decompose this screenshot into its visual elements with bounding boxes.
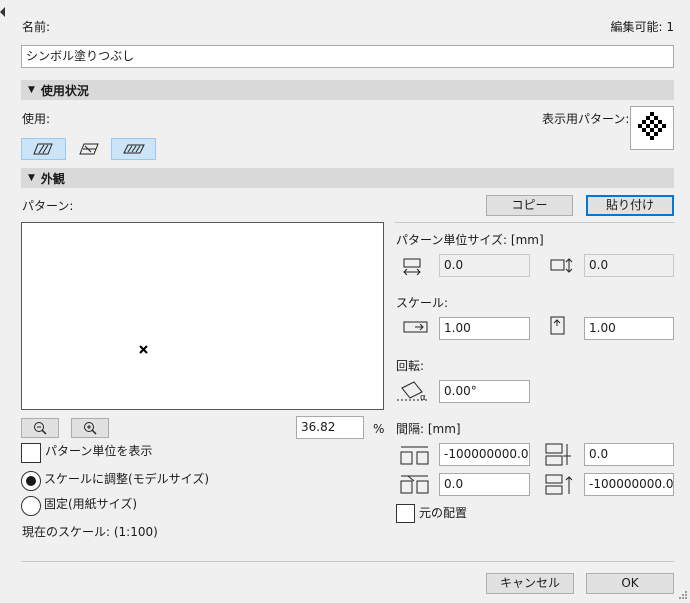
collapse-arrow-icon[interactable]: [0, 6, 6, 17]
spacing-2-input[interactable]: 0.0: [584, 443, 674, 466]
scale-y-input[interactable]: 1.00: [584, 317, 674, 340]
rotation-input[interactable]: 0.00°: [439, 380, 530, 403]
spacing-4-input[interactable]: -100000000.0: [584, 473, 674, 496]
cancel-button[interactable]: キャンセル: [486, 573, 574, 594]
display-pattern-preview[interactable]: [630, 106, 674, 150]
scale-x-icon: [403, 320, 429, 337]
appearance-section-title: 外観: [40, 171, 65, 186]
spacing-1-icon: [400, 444, 430, 469]
panel-divider: [395, 222, 675, 223]
spacing-1-input[interactable]: -100000000.0: [439, 443, 530, 466]
show-pattern-unit-checkbox[interactable]: [21, 443, 41, 463]
copy-button[interactable]: コピー: [486, 195, 573, 216]
original-origin-checkbox[interactable]: [396, 504, 415, 523]
rotation-angle-icon: α: [396, 380, 430, 405]
appearance-section-header[interactable]: ▼ 外観: [21, 168, 674, 188]
spacing-3-icon: [400, 473, 430, 500]
unit-width-icon: [403, 257, 423, 280]
show-pattern-unit-label: パターン単位を表示: [45, 444, 153, 458]
svg-text:α: α: [420, 393, 426, 402]
editable-count-label: 編集可能: 1: [610, 20, 675, 34]
unit-height-input[interactable]: 0.0: [584, 254, 674, 277]
fixed-paper-radio[interactable]: [21, 496, 41, 516]
expand-triangle-icon: ▼: [28, 173, 35, 183]
display-pattern-label: 表示用パターン:: [542, 112, 630, 126]
zoom-in-icon: [84, 422, 97, 435]
spacing-4-icon: [545, 473, 575, 500]
scale-label: スケール:: [396, 296, 449, 310]
footer-divider: [21, 561, 674, 562]
expand-triangle-icon: ▼: [28, 85, 35, 95]
pattern-unit-size-label: パターン単位サイズ: [mm]: [396, 233, 544, 247]
current-scale-label: 現在のスケール: (1:100): [22, 525, 158, 539]
pattern-label: パターン:: [22, 199, 74, 213]
drafting-fill-toggle[interactable]: [111, 138, 156, 160]
zoom-out-button[interactable]: [21, 418, 59, 438]
paste-button[interactable]: 貼り付け: [586, 195, 674, 216]
zoom-input[interactable]: 36.82: [296, 416, 364, 439]
cover-fill-icon: [78, 143, 99, 155]
drafting-fill-icon: [122, 144, 145, 154]
cover-fill-toggle[interactable]: [66, 138, 111, 160]
usage-label: 使用:: [22, 112, 51, 126]
ok-button[interactable]: OK: [586, 573, 674, 594]
cut-fill-icon: [32, 143, 53, 155]
scale-model-label: スケールに調整(モデルサイズ): [44, 472, 210, 486]
name-label: 名前:: [22, 20, 51, 34]
usage-section-title: 使用状況: [40, 83, 89, 98]
unit-width-input[interactable]: 0.0: [439, 254, 530, 277]
spacing-2-icon: [545, 443, 575, 470]
zoom-unit-label: %: [373, 422, 385, 436]
resize-grip-icon[interactable]: [678, 589, 688, 599]
spacing-label: 間隔: [mm]: [396, 422, 461, 436]
original-origin-label: 元の配置: [419, 506, 468, 520]
fixed-paper-label: 固定(用紙サイズ): [44, 497, 138, 511]
scale-y-icon: [550, 316, 566, 339]
zoom-out-icon: [34, 422, 47, 435]
diamond-pattern-icon: [638, 112, 666, 140]
rotation-label: 回転:: [396, 359, 425, 373]
scale-model-radio[interactable]: [21, 471, 41, 491]
usage-section-header[interactable]: ▼ 使用状況: [21, 80, 674, 100]
name-input[interactable]: シンボル塗りつぶし: [21, 45, 674, 68]
cut-fill-toggle[interactable]: [21, 138, 66, 160]
spacing-3-input[interactable]: 0.0: [439, 473, 530, 496]
unit-height-icon: [550, 257, 574, 278]
origin-cross-icon: [139, 343, 148, 354]
scale-x-input[interactable]: 1.00: [439, 317, 530, 340]
pattern-preview-canvas[interactable]: [21, 222, 384, 410]
zoom-in-button[interactable]: [71, 418, 109, 438]
